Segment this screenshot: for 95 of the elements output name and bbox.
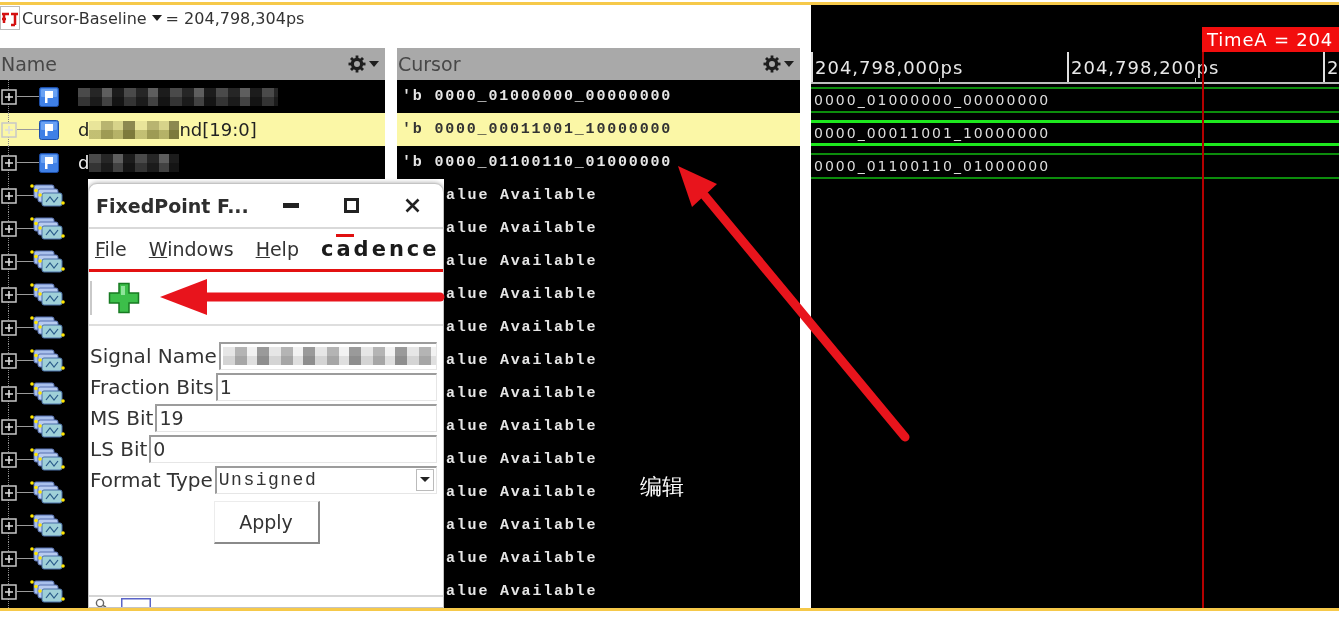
time-label: 2 bbox=[1327, 56, 1339, 78]
dropdown[interactable]: Unsigned bbox=[214, 465, 437, 494]
plus-box-icon[interactable] bbox=[1, 385, 17, 402]
caret-icon[interactable] bbox=[369, 61, 379, 67]
signal-name: d bbox=[78, 152, 90, 173]
bus-value: 0000_01100110_01000000 bbox=[814, 158, 1051, 174]
field-label: Format Type bbox=[90, 467, 214, 492]
plus-icon bbox=[108, 282, 140, 314]
time-label: 204,798,000ps bbox=[815, 56, 964, 78]
cursor-value-cell[interactable]: 'b 0000_01000000_00000000 bbox=[397, 80, 800, 113]
stacked-cards-icon bbox=[29, 314, 65, 341]
column-header[interactable]: Cursor bbox=[397, 48, 800, 80]
port-icon bbox=[39, 86, 59, 107]
cursor-value-cell[interactable]: alue Available bbox=[444, 509, 800, 542]
plus-box-icon[interactable] bbox=[1, 319, 17, 336]
column-title: Name bbox=[1, 53, 59, 75]
bus-value: 0000_00011001_10000000 bbox=[814, 125, 1051, 141]
close-icon bbox=[405, 198, 420, 213]
input-field[interactable]: 1 bbox=[215, 372, 437, 401]
add-button[interactable] bbox=[108, 282, 140, 314]
cursor-value-cell[interactable]: alue Available bbox=[444, 443, 800, 476]
plus-box-icon[interactable] bbox=[1, 550, 17, 567]
signal-name: d bbox=[78, 119, 90, 140]
input-field[interactable] bbox=[218, 341, 437, 370]
plus-box-icon[interactable] bbox=[1, 286, 17, 303]
cursor-value-cell[interactable]: alue Available bbox=[444, 212, 800, 245]
maximize-icon bbox=[344, 198, 359, 213]
cursor-marker-icon[interactable] bbox=[0, 6, 20, 30]
cursor-value-cell[interactable]: 'b 0000_00011001_10000000 bbox=[397, 113, 800, 146]
caret-icon[interactable] bbox=[151, 15, 162, 21]
cursor-value-cell[interactable]: alue Available bbox=[444, 410, 800, 443]
port-icon bbox=[39, 119, 59, 140]
field-label: MS Bit bbox=[90, 405, 155, 430]
plus-box-icon[interactable] bbox=[1, 88, 17, 105]
signal-name: nd[19:0] bbox=[179, 119, 257, 140]
cursor-value-cell[interactable]: alue Available bbox=[444, 245, 800, 278]
cursor-value-cell[interactable]: alue Available bbox=[444, 377, 800, 410]
stacked-cards-icon bbox=[29, 413, 65, 440]
apply-button[interactable]: Apply bbox=[213, 501, 320, 544]
cursor-value-cell[interactable]: alue Available bbox=[444, 179, 800, 212]
plus-box-icon[interactable] bbox=[1, 352, 17, 369]
cursor-label: Cursor-Baseline bbox=[22, 8, 147, 28]
stacked-cards-icon bbox=[29, 248, 65, 275]
signal-name-cell[interactable]: d bbox=[0, 146, 385, 179]
menu-item[interactable]: File bbox=[95, 238, 127, 260]
stacked-cards-icon bbox=[29, 545, 65, 572]
stacked-cards-icon bbox=[29, 347, 65, 374]
signal-name-cell[interactable] bbox=[0, 575, 88, 608]
field-label: Fraction Bits bbox=[90, 374, 215, 399]
plus-box-icon[interactable] bbox=[1, 220, 17, 237]
cursor-value-cell[interactable]: alue Available bbox=[444, 344, 800, 377]
brand-logo: cadence bbox=[320, 237, 440, 261]
cursor-value-cell[interactable]: alue Available bbox=[444, 278, 800, 311]
stacked-cards-icon bbox=[29, 446, 65, 473]
cursor-value-cell[interactable]: alue Available bbox=[444, 311, 800, 344]
cursor-value-cell[interactable]: 'b 0000_01100110_01000000 bbox=[397, 146, 800, 179]
signal-name-cell[interactable]: d nd[19:0] bbox=[0, 113, 385, 146]
stacked-cards-icon bbox=[29, 380, 65, 407]
plus-box-icon[interactable] bbox=[1, 418, 17, 435]
gear-icon[interactable] bbox=[348, 55, 366, 73]
annotation-label: 编辑 bbox=[640, 473, 684, 501]
stacked-cards-icon bbox=[29, 182, 65, 209]
dialog-title: FixedPoint F... bbox=[96, 194, 250, 217]
plus-box-icon[interactable] bbox=[1, 451, 17, 468]
search-icon[interactable] bbox=[95, 598, 107, 607]
input-field[interactable]: 0 bbox=[149, 434, 437, 463]
column-header[interactable]: Name bbox=[0, 48, 385, 80]
minimize-icon bbox=[282, 203, 299, 208]
plus-box-icon[interactable] bbox=[1, 154, 17, 171]
plus-box-icon[interactable] bbox=[1, 187, 17, 204]
cursor-value-cell[interactable]: alue Available bbox=[444, 542, 800, 575]
signal-name-cell[interactable] bbox=[0, 80, 385, 113]
bus-value: 0000_01000000_00000000 bbox=[814, 92, 1051, 108]
stacked-cards-icon bbox=[29, 215, 65, 242]
menu-item[interactable]: Help bbox=[255, 238, 299, 260]
caret-icon[interactable] bbox=[784, 61, 794, 67]
stacked-cards-icon bbox=[29, 512, 65, 539]
cursor-time: = 204,798,304ps bbox=[165, 8, 305, 28]
gear-icon[interactable] bbox=[763, 55, 781, 73]
input-field[interactable]: 19 bbox=[155, 403, 437, 432]
cursor-value-cell[interactable]: alue Available bbox=[444, 575, 800, 608]
stacked-cards-icon bbox=[29, 578, 65, 605]
plus-box-icon[interactable] bbox=[1, 484, 17, 501]
column-title: Cursor bbox=[398, 53, 462, 75]
stacked-cards-icon bbox=[29, 479, 65, 506]
plus-box-icon[interactable] bbox=[1, 517, 17, 534]
field-label: LS Bit bbox=[90, 436, 149, 461]
cursor-flag[interactable]: TimeA = 204 bbox=[1202, 27, 1339, 52]
port-icon bbox=[39, 152, 59, 173]
stacked-cards-icon bbox=[29, 281, 65, 308]
plus-box-icon[interactable] bbox=[1, 583, 17, 600]
plus-box-icon[interactable] bbox=[1, 253, 17, 270]
field-label: Signal Name bbox=[90, 343, 218, 368]
menu-item[interactable]: Windows bbox=[148, 238, 234, 260]
caret-icon bbox=[416, 469, 434, 491]
